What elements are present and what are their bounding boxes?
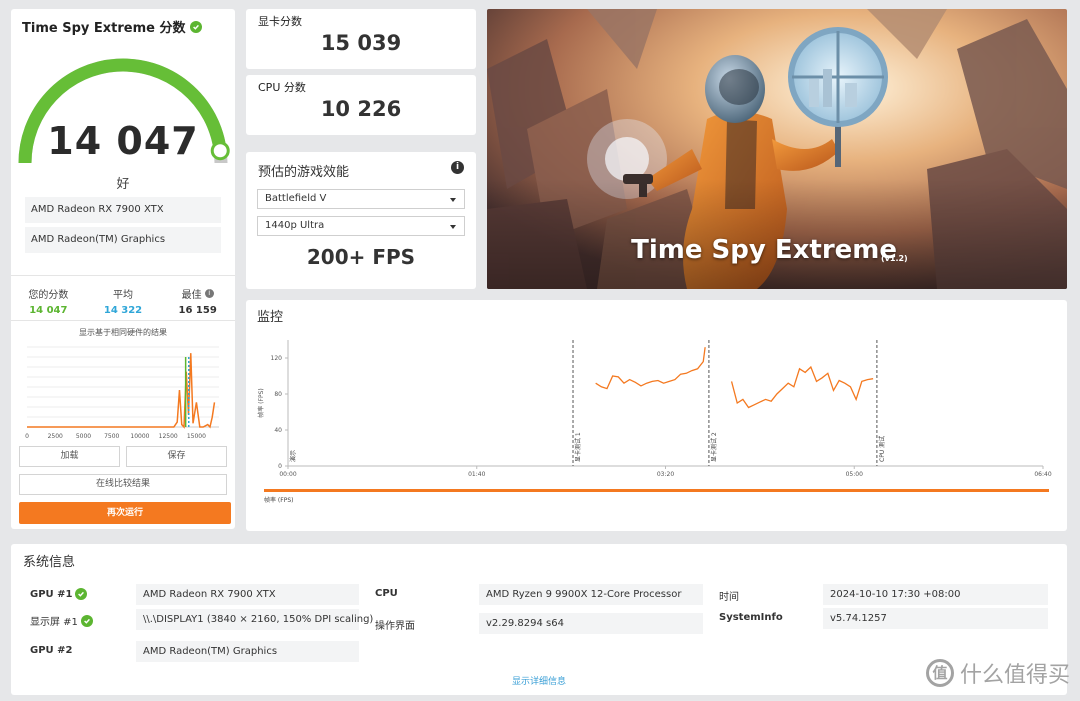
- cpu-label: CPU: [375, 588, 398, 599]
- gpu2-label: GPU #2: [30, 645, 73, 656]
- display1-label: 显示屏 #1: [30, 613, 93, 628]
- fps-monitor-chart: 0 40 80 120 帧率 (FPS) 00:00 01:40 03:20 05:00 06:4…: [257, 340, 1052, 504]
- gpu2-value: AMD Radeon(TM) Graphics: [136, 641, 359, 662]
- fps-line: [595, 347, 706, 390]
- fps-legend-label: 帧率 (FPS): [264, 496, 293, 504]
- x-tick-label: 7500: [104, 433, 119, 440]
- your-score-stat: 您的分数 14 047: [11, 276, 86, 320]
- best-score-stat: 最佳 i 16 159: [160, 276, 235, 320]
- chevron-down-icon: [450, 198, 456, 202]
- gpu1-value: AMD Radeon RX 7900 XTX: [136, 584, 359, 605]
- average-score-value: 14 322: [103, 305, 143, 316]
- phase-label: 演示: [289, 450, 297, 462]
- gpu-primary-box: AMD Radeon RX 7900 XTX: [25, 197, 221, 223]
- score-distribution-chart: 0 2500 5000 7500 10000 12500 15000: [25, 346, 219, 440]
- x-tick-label: 12500: [159, 433, 178, 440]
- phase-label: CPU 测试: [878, 436, 886, 462]
- systeminfo-label: SystemInfo: [719, 612, 783, 623]
- info-icon[interactable]: i: [451, 161, 464, 174]
- x-tick-label: 15000: [187, 433, 206, 440]
- x-tick-label: 06:40: [1034, 471, 1051, 478]
- distribution-title: 显示基于相同硬件的结果: [79, 328, 167, 337]
- fps-legend-bar: [264, 489, 1049, 492]
- total-score: 14 047: [47, 119, 199, 163]
- gpu1-label: GPU #1: [30, 588, 88, 600]
- y-tick-label: 120: [271, 355, 283, 362]
- ui-label: 操作界面: [375, 621, 415, 632]
- score-comparison: 您的分数 14 047 平均 14 322 最佳 i 16 159: [11, 275, 235, 321]
- gpu-score-value: 15 039: [320, 31, 402, 55]
- x-tick-label: 2500: [48, 433, 63, 440]
- resolution-select[interactable]: 1440p Ultra: [257, 216, 465, 236]
- phase-label: 显卡测试 1: [574, 432, 582, 462]
- systeminfo-value: v5.74.1257: [823, 608, 1048, 629]
- check-icon: [80, 614, 93, 627]
- x-tick-label: 00:00: [279, 471, 296, 478]
- game-performance-card: 预估的游戏效能 i Battlefield V 1440p Ultra 200+…: [246, 152, 476, 289]
- ui-value: v2.29.8294 s64: [479, 613, 703, 634]
- best-score-value: 16 159: [178, 305, 217, 316]
- average-score-stat: 平均 14 322: [86, 276, 161, 320]
- show-details-link[interactable]: 显示详细信息: [11, 674, 1067, 687]
- system-info-title: 系统信息: [23, 555, 76, 570]
- time-value: 2024-10-10 17:30 +08:00: [823, 584, 1048, 605]
- benchmark-hero-image: Time Spy Extreme (v1.2): [487, 9, 1067, 289]
- y-tick-label: 0: [278, 463, 282, 470]
- x-tick-label: 03:20: [657, 471, 674, 478]
- compare-online-button[interactable]: 在线比较结果: [19, 474, 227, 495]
- your-score-value: 14 047: [29, 305, 68, 316]
- x-tick-label: 0: [25, 433, 29, 440]
- monitor-card: 监控 0 40 80 120 帧率 (FPS) 00:00 01:40 03:20 05:00 0…: [246, 300, 1067, 531]
- hero-version: (v1.2): [881, 254, 908, 263]
- cpu-score-title: CPU 分数: [258, 81, 306, 94]
- score-panel: Time Spy Extreme 分数 14 047 好 AMD Radeon …: [11, 9, 235, 529]
- phase-label: 显卡测试 2: [710, 432, 718, 462]
- score-panel-title: Time Spy Extreme 分数: [22, 17, 203, 36]
- score-rating: 好: [116, 177, 130, 192]
- x-tick-label: 10000: [130, 433, 149, 440]
- site-watermark: 值 什么值得买: [925, 657, 1070, 689]
- y-axis-label: 帧率 (FPS): [257, 388, 265, 417]
- y-tick-label: 80: [274, 391, 282, 398]
- cpu-score-card: CPU 分数 10 226: [246, 75, 476, 135]
- hero-benchmark-title: Time Spy Extreme: [631, 235, 897, 265]
- x-tick-label: 01:40: [468, 471, 485, 478]
- cpu-score-value: 10 226: [320, 97, 402, 121]
- cpu-value: AMD Ryzen 9 9900X 12-Core Processor: [479, 584, 703, 605]
- y-tick-label: 40: [274, 427, 282, 434]
- time-label: 时间: [719, 592, 739, 603]
- watermark-logo: 值: [925, 659, 954, 687]
- gpu-score-title: 显卡分数: [258, 15, 302, 28]
- gpu-score-card: 显卡分数 15 039: [246, 9, 476, 69]
- info-icon[interactable]: i: [204, 289, 214, 298]
- save-button[interactable]: 保存: [126, 446, 227, 467]
- chevron-down-icon: [450, 225, 456, 229]
- system-info-card: 系统信息 GPU #1 AMD Radeon RX 7900 XTX 显示屏 #…: [11, 544, 1067, 695]
- game-performance-title: 预估的游戏效能: [258, 165, 350, 180]
- x-tick-label: 05:00: [846, 471, 863, 478]
- game-select[interactable]: Battlefield V: [257, 189, 465, 209]
- run-again-button[interactable]: 再次运行: [19, 502, 231, 524]
- load-button[interactable]: 加载: [19, 446, 120, 467]
- check-icon: [190, 20, 203, 33]
- x-tick-label: 5000: [76, 433, 91, 440]
- fps-line: [730, 365, 874, 409]
- estimated-fps: 200+ FPS: [306, 245, 416, 269]
- gpu-secondary-box: AMD Radeon(TM) Graphics: [25, 227, 221, 253]
- display1-value: \\.\DISPLAY1 (3840 × 2160, 150% DPI scal…: [136, 609, 373, 630]
- check-icon: [75, 588, 88, 600]
